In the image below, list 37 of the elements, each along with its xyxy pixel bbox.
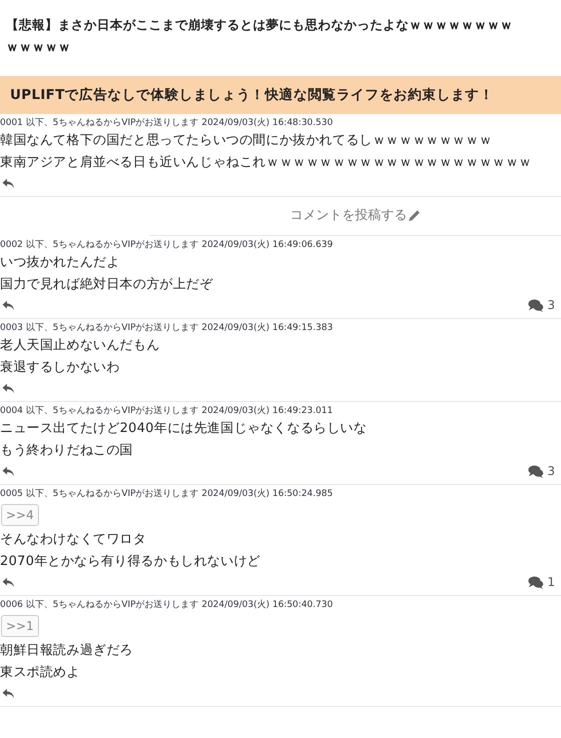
reply-icon[interactable] xyxy=(2,576,15,588)
anchor-link[interactable]: >>4 xyxy=(1,504,39,526)
thread-title: 【悲報】まさか日本がここまで崩壊するとは夢にも思わなかったよなｗｗｗｗｗｗｗｗ xyxy=(6,16,513,34)
reply-icon[interactable] xyxy=(2,466,15,476)
comments-icon[interactable] xyxy=(528,298,544,312)
post-text: 東南アジアと肩並べる日も近いんじゃねこれｗｗｗｗｗｗｗｗｗｗｗｗｗｗｗｗｗｗｗｗ xyxy=(0,154,533,172)
ad-banner[interactable]: UPLIFTで広告なしで体験しましょう！快適な閲覧ライフをお約束します！ xyxy=(0,76,561,114)
post-header: 0001 以下、5ちゃんねるからVIPがお送りします 2024/09/03(火) 16:48:30.530 xyxy=(0,116,334,130)
post-header: 0002 以下、5ちゃんねるからVIPがお送りします 2024/09/03(火) 16:49:06.639 xyxy=(0,238,334,252)
reply-icon[interactable] xyxy=(2,688,15,698)
post-text: ニュース出てたけど2040年には先進国じゃなくなるらしいな xyxy=(0,420,368,438)
post-text: 老人天国止めないんだもん xyxy=(0,337,161,355)
reply-icon[interactable] xyxy=(2,382,15,394)
reply-count: 1 xyxy=(547,575,555,589)
post-header: 0003 以下、5ちゃんねるからVIPがお送りします 2024/09/03(火) 16:49:15.383 xyxy=(0,322,334,335)
reply-count: 3 xyxy=(547,298,555,312)
post-comment-button[interactable]: コメントを投稿する xyxy=(284,205,427,225)
post-text: 国力で見れば絶対日本の方が上だぞ xyxy=(0,276,214,294)
comments-icon[interactable] xyxy=(528,464,544,478)
thread-title: ｗｗｗｗｗ xyxy=(6,38,71,56)
reply-icon[interactable] xyxy=(2,300,15,310)
post-header: 0005 以下、5ちゃんねるからVIPがお送りします 2024/09/03(火) 16:50:24.985 xyxy=(0,488,334,501)
comments-icon[interactable] xyxy=(528,576,544,588)
post-header: 0006 以下、5ちゃんねるからVIPがお送りします 2024/09/03(火) 16:50:40.730 xyxy=(0,598,334,612)
pencil-icon xyxy=(408,208,421,222)
post-text: 韓国なんて格下の国だと思ってたらいつの間にか抜かれてるしｗｗｗｗｗｗｗｗｗ xyxy=(0,132,494,150)
post-text: もう終わりだねこの国 xyxy=(0,442,134,460)
post-header: 0004 以下、5ちゃんねるからVIPがお送りします 2024/09/03(火) 16:49:23.011 xyxy=(0,404,334,418)
post-text: いつ抜かれたんだよ xyxy=(0,254,121,272)
post-text: 衰退するしかないわ xyxy=(0,359,121,377)
reply-icon[interactable] xyxy=(2,178,15,188)
post-text: 朝鮮日報読み過ぎだろ xyxy=(0,642,134,660)
anchor-link[interactable]: >>1 xyxy=(1,615,39,637)
reply-count: 3 xyxy=(547,464,555,478)
post-text: 東スポ読めよ xyxy=(0,664,81,682)
post-text: そんなわけなくてワロタ xyxy=(0,531,148,549)
post-text: 2070年とかなら有り得るかもしれないけど xyxy=(0,553,262,571)
